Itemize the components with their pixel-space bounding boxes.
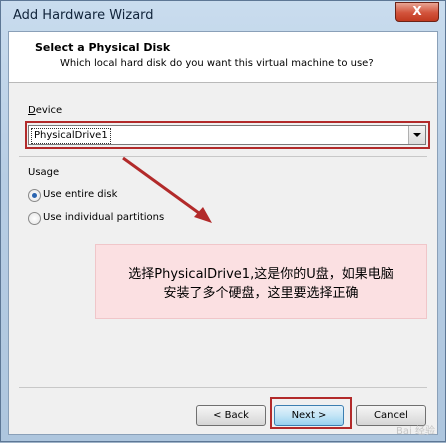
wizard-window: Add Hardware Wizard X Select a Physical … xyxy=(0,0,446,442)
annotation-arrow xyxy=(122,156,212,223)
arrow-head xyxy=(194,207,212,223)
arrow-shaft xyxy=(122,156,204,218)
watermark: Bai 经验 xyxy=(396,426,435,437)
